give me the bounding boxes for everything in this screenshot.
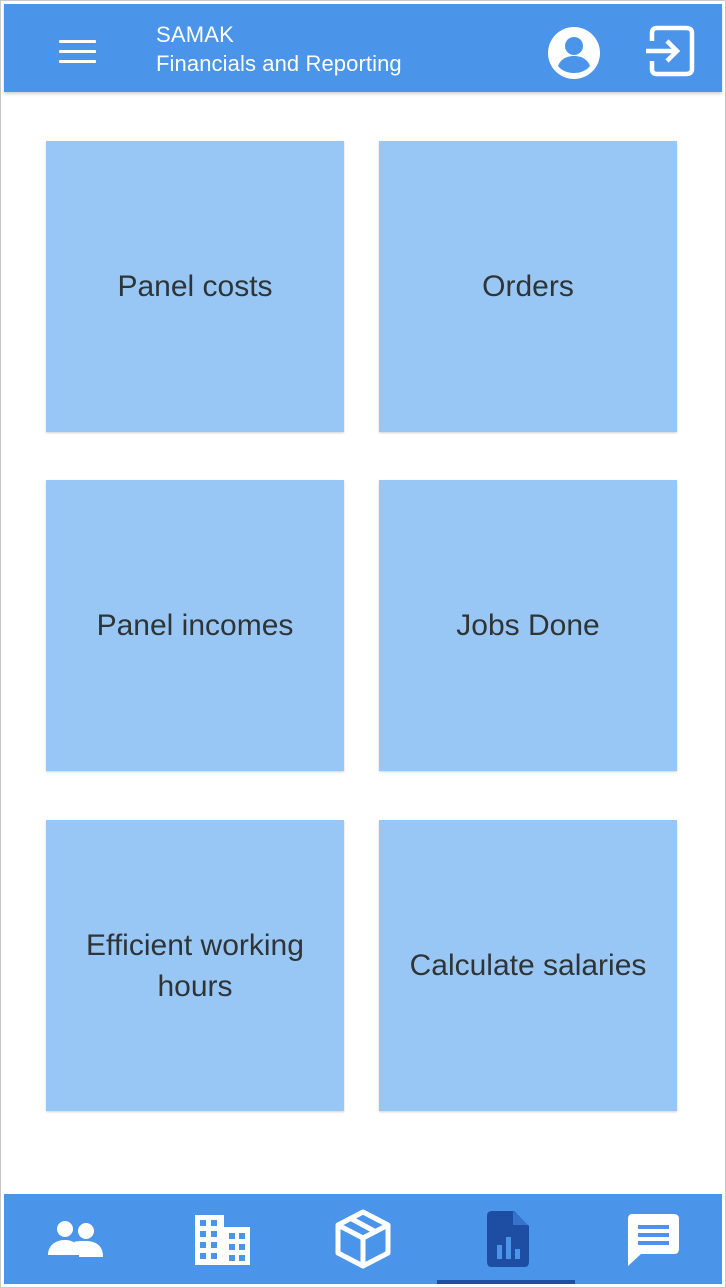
account-circle-icon [548, 27, 600, 79]
app-bar: SAMAK Financials and Reporting [4, 4, 722, 92]
nav-packages[interactable] [294, 1194, 432, 1284]
app-name: SAMAK [156, 22, 235, 47]
package-icon [335, 1209, 391, 1269]
menu-icon-line [59, 60, 96, 63]
tile-label: Orders [482, 270, 574, 303]
app-subtitle: Financials and Reporting [156, 51, 402, 76]
menu-icon-line [59, 40, 96, 43]
tile-efficient-working-hours[interactable]: Efficient working hours [46, 820, 344, 1111]
tile-label: Panel costs [117, 270, 273, 303]
tile-orders[interactable]: Orders [379, 141, 677, 432]
nav-buildings[interactable] [154, 1194, 292, 1284]
bottom-navigation [4, 1194, 722, 1284]
tile-panel-costs[interactable]: Panel costs [46, 141, 344, 432]
menu-icon-line [59, 50, 96, 53]
report-chart-icon [487, 1211, 529, 1267]
logout-button[interactable] [642, 23, 698, 79]
menu-button[interactable] [59, 40, 99, 68]
message-icon [628, 1214, 679, 1266]
nav-people[interactable] [6, 1194, 144, 1284]
nav-messages[interactable] [584, 1194, 722, 1284]
nav-reports[interactable] [439, 1194, 577, 1284]
building-icon [195, 1215, 250, 1265]
account-button[interactable] [546, 25, 602, 81]
app-titles: SAMAK Financials and Reporting [156, 21, 402, 79]
tile-panel-incomes[interactable]: Panel incomes [46, 480, 344, 771]
active-tab-indicator [437, 1280, 575, 1284]
tile-label: Panel incomes [96, 609, 294, 642]
app-window: SAMAK Financials and Reporting Panel cos… [0, 0, 726, 1288]
people-icon [48, 1221, 103, 1257]
tile-label: Jobs Done [456, 609, 600, 642]
tile-jobs-done[interactable]: Jobs Done [379, 480, 677, 771]
tile-label: Calculate salaries [409, 949, 647, 982]
exit-to-app-icon [646, 25, 695, 77]
tile-calculate-salaries[interactable]: Calculate salaries [379, 820, 677, 1111]
tile-label: Efficient working hours [86, 928, 304, 1003]
